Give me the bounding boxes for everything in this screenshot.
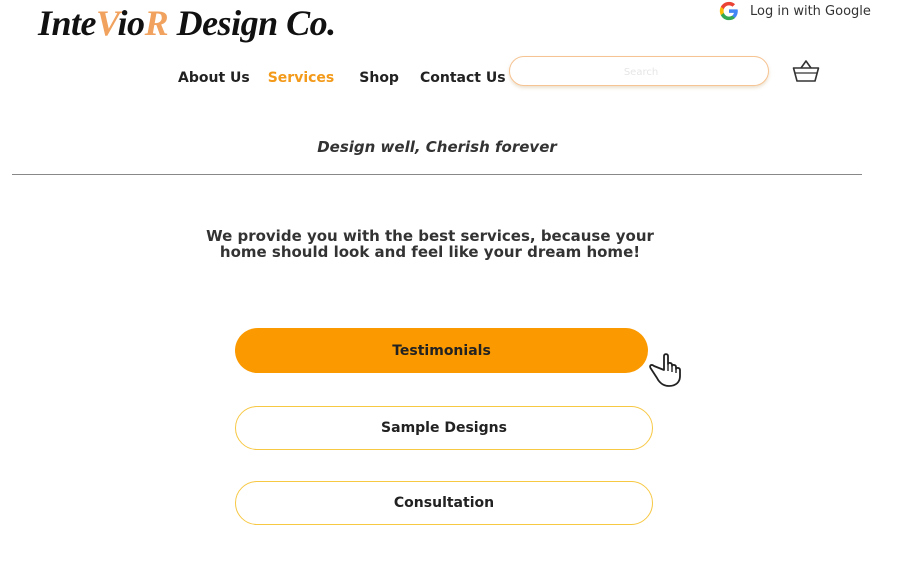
logo-text-3: Design Co. [168,3,337,43]
nav-shop[interactable]: Shop [359,70,399,86]
intro-line-2: home should look and feel like your drea… [219,243,641,261]
logo-accent-2: R [144,3,169,43]
nav-about-us[interactable]: About Us [178,70,250,86]
nav-contact-us[interactable]: Contact Us [420,70,506,86]
sample-designs-button[interactable]: Sample Designs [235,406,653,450]
logo-accent-1: V [96,3,118,43]
consultation-button[interactable]: Consultation [235,481,653,525]
logo-text-1: Inte [38,3,97,43]
google-icon [719,1,738,21]
basket-icon[interactable] [792,59,820,83]
google-login-button[interactable]: Log in with Google [718,0,871,22]
intro-line-1: We provide you with the best services, b… [206,227,654,245]
brand-logo[interactable]: InteVioR Design Co. [38,2,336,44]
nav-services[interactable]: Services [268,70,335,86]
google-login-label: Log in with Google [750,3,871,19]
logo-text-2: io [117,3,146,43]
testimonials-button[interactable]: Testimonials [235,328,648,373]
tagline: Design well, Cherish forever [317,138,557,156]
intro-text: We provide you with the best services, b… [0,228,860,260]
search-box [509,56,772,87]
header-divider [12,174,862,175]
search-input[interactable] [510,57,772,87]
hand-pointer-icon [649,353,681,387]
main-nav: About Us Services Shop Contact Us [178,70,506,86]
